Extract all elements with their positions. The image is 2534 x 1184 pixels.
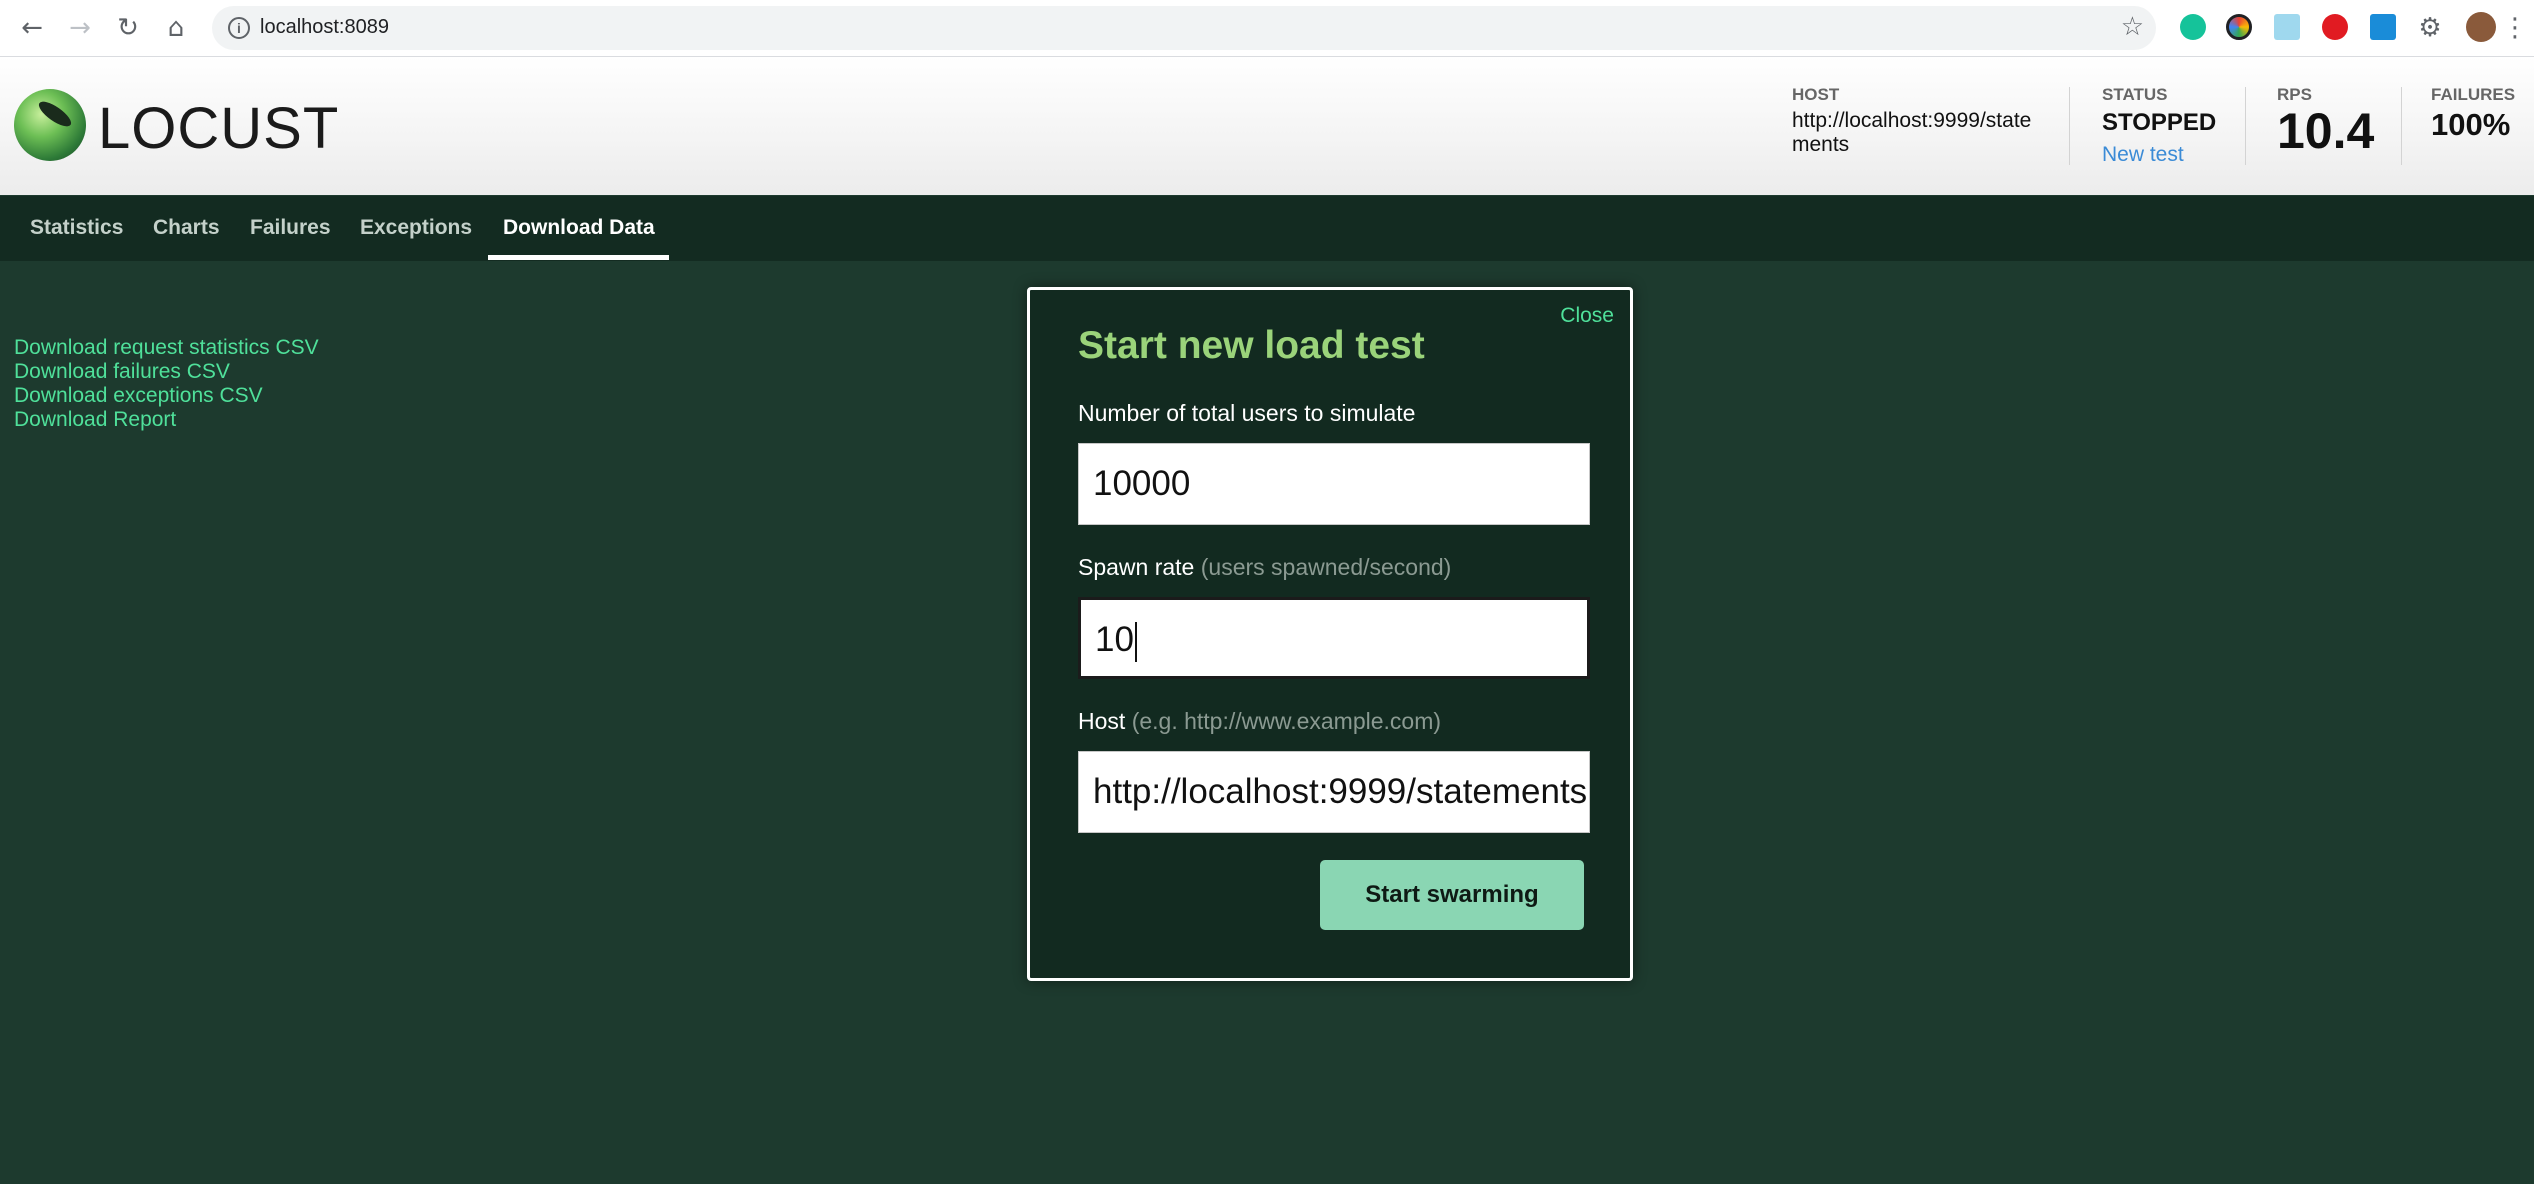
host-input-value: http://localhost:9999/statements [1093,772,1588,811]
start-test-modal: Close Start new load test Number of tota… [1027,287,1633,981]
tab-download-data[interactable]: Download Data [503,196,655,261]
host-input[interactable]: http://localhost:9999/statements [1078,751,1590,833]
failures-value: 100% [2431,107,2511,142]
start-swarming-button[interactable]: Start swarming [1320,860,1584,930]
close-button[interactable]: Close [1560,304,1614,328]
users-label: Number of total users to simulate [1078,400,1415,427]
host-field-label: Host (e.g. http://www.example.com) [1078,708,1441,735]
tab-bar: Statistics Charts Failures Exceptions Do… [0,196,2534,261]
users-input-value: 10000 [1093,464,1191,503]
extensions-icon[interactable]: ⚙ [2412,10,2448,46]
failures-label: FAILURES [2431,85,2516,104]
tab-charts[interactable]: Charts [153,196,220,261]
download-exceptions-link[interactable]: Download exceptions CSV [14,384,319,408]
address-bar[interactable]: i localhost:8089 ☆ [212,6,2156,50]
app-header: LOCUST HOST http://localhost:9999/statem… [0,57,2534,195]
active-tab-indicator [488,255,669,260]
download-request-stats-link[interactable]: Download request statistics CSV [14,336,319,360]
tab-exceptions[interactable]: Exceptions [360,196,472,261]
back-icon[interactable]: ← [14,10,50,46]
users-label-text: Number of total users to simulate [1078,400,1416,426]
home-icon[interactable]: ⌂ [158,10,194,46]
star-icon[interactable]: ☆ [2121,12,2144,42]
spawn-rate-input[interactable]: 10 [1078,597,1590,679]
rps-value: 10.4 [2277,103,2375,159]
divider [2245,87,2246,165]
host-stat: HOST http://localhost:9999/statements [1792,85,2037,157]
spawn-rate-hint: (users spawned/second) [1200,554,1452,580]
color-extension-icon[interactable] [2226,14,2252,40]
window-extension-icon[interactable] [2370,14,2396,40]
tab-failures[interactable]: Failures [250,196,331,261]
divider [2401,87,2402,165]
download-failures-link[interactable]: Download failures CSV [14,360,319,384]
new-test-link[interactable]: New test [2102,143,2184,167]
users-input[interactable]: 10000 [1078,443,1590,525]
profile-avatar[interactable] [2466,12,2496,42]
adblock-extension-icon[interactable] [2322,14,2348,40]
rps-stat: RPS 10.4 [2277,85,2374,157]
rps-label: RPS [2277,85,2312,104]
spawn-rate-input-value: 10 [1095,620,1134,659]
spawn-rate-label: Spawn rate (users spawned/second) [1078,554,1451,581]
host-label: HOST [1792,85,1840,104]
reload-icon[interactable]: ↻ [110,10,146,46]
download-links: Download request statistics CSV Download… [14,336,319,432]
info-icon[interactable]: i [228,17,250,39]
download-report-link[interactable]: Download Report [14,408,319,432]
locust-logo [14,89,86,161]
divider [2069,87,2070,165]
status-stat: STATUS STOPPED New test [2102,85,2216,167]
spawn-rate-label-text: Spawn rate [1078,554,1195,580]
host-field-label-text: Host [1078,708,1126,734]
host-value: http://localhost:9999/statements [1792,109,2032,156]
status-value: STOPPED [2102,109,2217,136]
abc-extension-icon[interactable] [2274,14,2300,40]
logo-text: LOCUST [98,96,340,161]
browser-menu-icon[interactable]: ⋮ [2500,10,2530,46]
browser-toolbar: ← → ↻ ⌂ i localhost:8089 ☆ ⚙ ⋮ [0,0,2534,57]
failures-stat: FAILURES 100% [2431,85,2515,143]
status-label: STATUS [2102,85,2168,104]
host-field-hint: (e.g. http://www.example.com) [1131,708,1442,734]
grammarly-extension-icon[interactable] [2180,14,2206,40]
text-cursor [1134,621,1137,662]
forward-icon[interactable]: → [62,10,98,46]
address-url[interactable]: localhost:8089 [260,16,389,39]
tab-statistics[interactable]: Statistics [30,196,123,261]
modal-title: Start new load test [1078,324,1425,367]
